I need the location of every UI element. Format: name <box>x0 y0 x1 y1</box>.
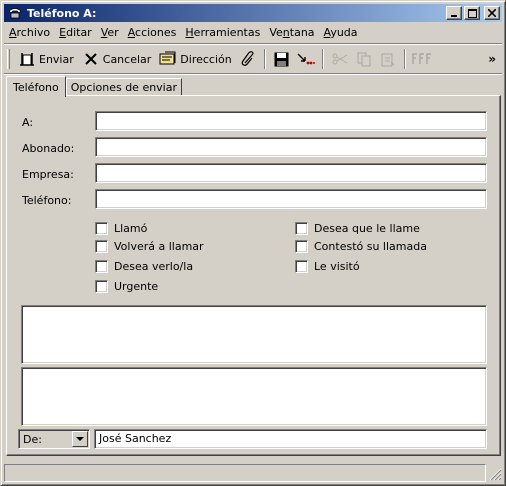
send-button[interactable]: Enviar <box>14 48 78 70</box>
toolbar: Enviar Cancelar Dirección » <box>4 45 502 73</box>
message-textarea-1[interactable] <box>21 305 487 364</box>
paste-icon <box>376 48 400 70</box>
resize-grip-icon[interactable] <box>488 467 502 481</box>
message-textarea-2[interactable] <box>21 367 487 426</box>
window-title: Teléfono A: <box>27 6 97 20</box>
toolbar-separator-line <box>4 73 502 75</box>
checkbox-llamo[interactable]: Llamó <box>95 222 147 235</box>
menu-ventana[interactable]: Ventana <box>266 26 317 39</box>
toolbar-separator-3 <box>403 49 406 69</box>
menu-acciones[interactable]: Acciones <box>125 26 180 39</box>
flag-delete-icon[interactable] <box>294 48 318 70</box>
chevron-down-icon[interactable] <box>72 431 88 447</box>
address-book-icon <box>159 51 177 67</box>
tab-strip: Teléfono Opciones de enviar <box>6 76 183 97</box>
minimize-button[interactable] <box>446 6 462 20</box>
from-label: De: <box>23 432 42 446</box>
close-button[interactable] <box>484 6 500 20</box>
cancel-x-icon <box>82 51 100 67</box>
menu-editar[interactable]: Editar <box>56 26 95 39</box>
subscriber-field[interactable] <box>95 137 487 157</box>
tab-telefono[interactable]: Teléfono <box>6 76 66 97</box>
checkbox-desea-llame[interactable]: Desea que le llame <box>295 222 420 235</box>
address-button[interactable]: Dirección <box>155 48 235 70</box>
cancel-button[interactable]: Cancelar <box>78 48 156 70</box>
tab-opciones-enviar[interactable]: Opciones de enviar <box>65 78 183 96</box>
company-field[interactable] <box>95 163 487 183</box>
to-label: A: <box>22 116 34 129</box>
status-bar <box>4 463 502 483</box>
font-format-icon <box>410 48 434 70</box>
checkbox-volvera-llamar[interactable]: Volverá a llamar <box>95 240 204 253</box>
status-panel <box>4 464 486 482</box>
company-label: Empresa: <box>22 168 74 181</box>
menu-archivo[interactable]: Archivo <box>6 26 53 39</box>
subscriber-label: Abonado: <box>22 142 75 155</box>
save-icon[interactable] <box>270 48 294 70</box>
title-bar[interactable]: Teléfono A: <box>4 4 502 22</box>
cut-icon <box>328 48 352 70</box>
phone-icon <box>7 5 23 21</box>
toolbar-separator <box>263 49 266 69</box>
checkbox-urgente[interactable]: Urgente <box>95 280 158 293</box>
phone-field[interactable] <box>95 189 487 209</box>
send-icon <box>18 51 36 67</box>
menu-ayuda[interactable]: Ayuda <box>321 26 361 39</box>
message-window: Teléfono A: Archivo Editar Ver Acciones … <box>0 0 506 486</box>
phone-label: Teléfono: <box>22 194 72 207</box>
menu-bar: Archivo Editar Ver Acciones Herramientas… <box>4 23 502 42</box>
from-name-field[interactable]: José Sanchez <box>94 429 487 449</box>
maximize-button[interactable] <box>464 6 480 20</box>
menu-ver[interactable]: Ver <box>98 26 122 39</box>
checkbox-le-visito[interactable]: Le visitó <box>295 260 360 273</box>
checkbox-desea-verlo[interactable]: Desea verlo/la <box>95 260 193 273</box>
toolbar-separator-2 <box>321 49 324 69</box>
toolbar-more-chevron-icon[interactable]: » <box>488 52 496 66</box>
attach-icon[interactable] <box>236 48 260 70</box>
checkbox-contesto-llamada[interactable]: Contestó su llamada <box>295 240 427 253</box>
copy-icon <box>352 48 376 70</box>
toolbar-grip[interactable] <box>7 49 10 69</box>
to-field[interactable] <box>95 111 487 131</box>
from-dropdown[interactable]: De: <box>18 429 90 449</box>
menu-herramientas[interactable]: Herramientas <box>182 26 263 39</box>
